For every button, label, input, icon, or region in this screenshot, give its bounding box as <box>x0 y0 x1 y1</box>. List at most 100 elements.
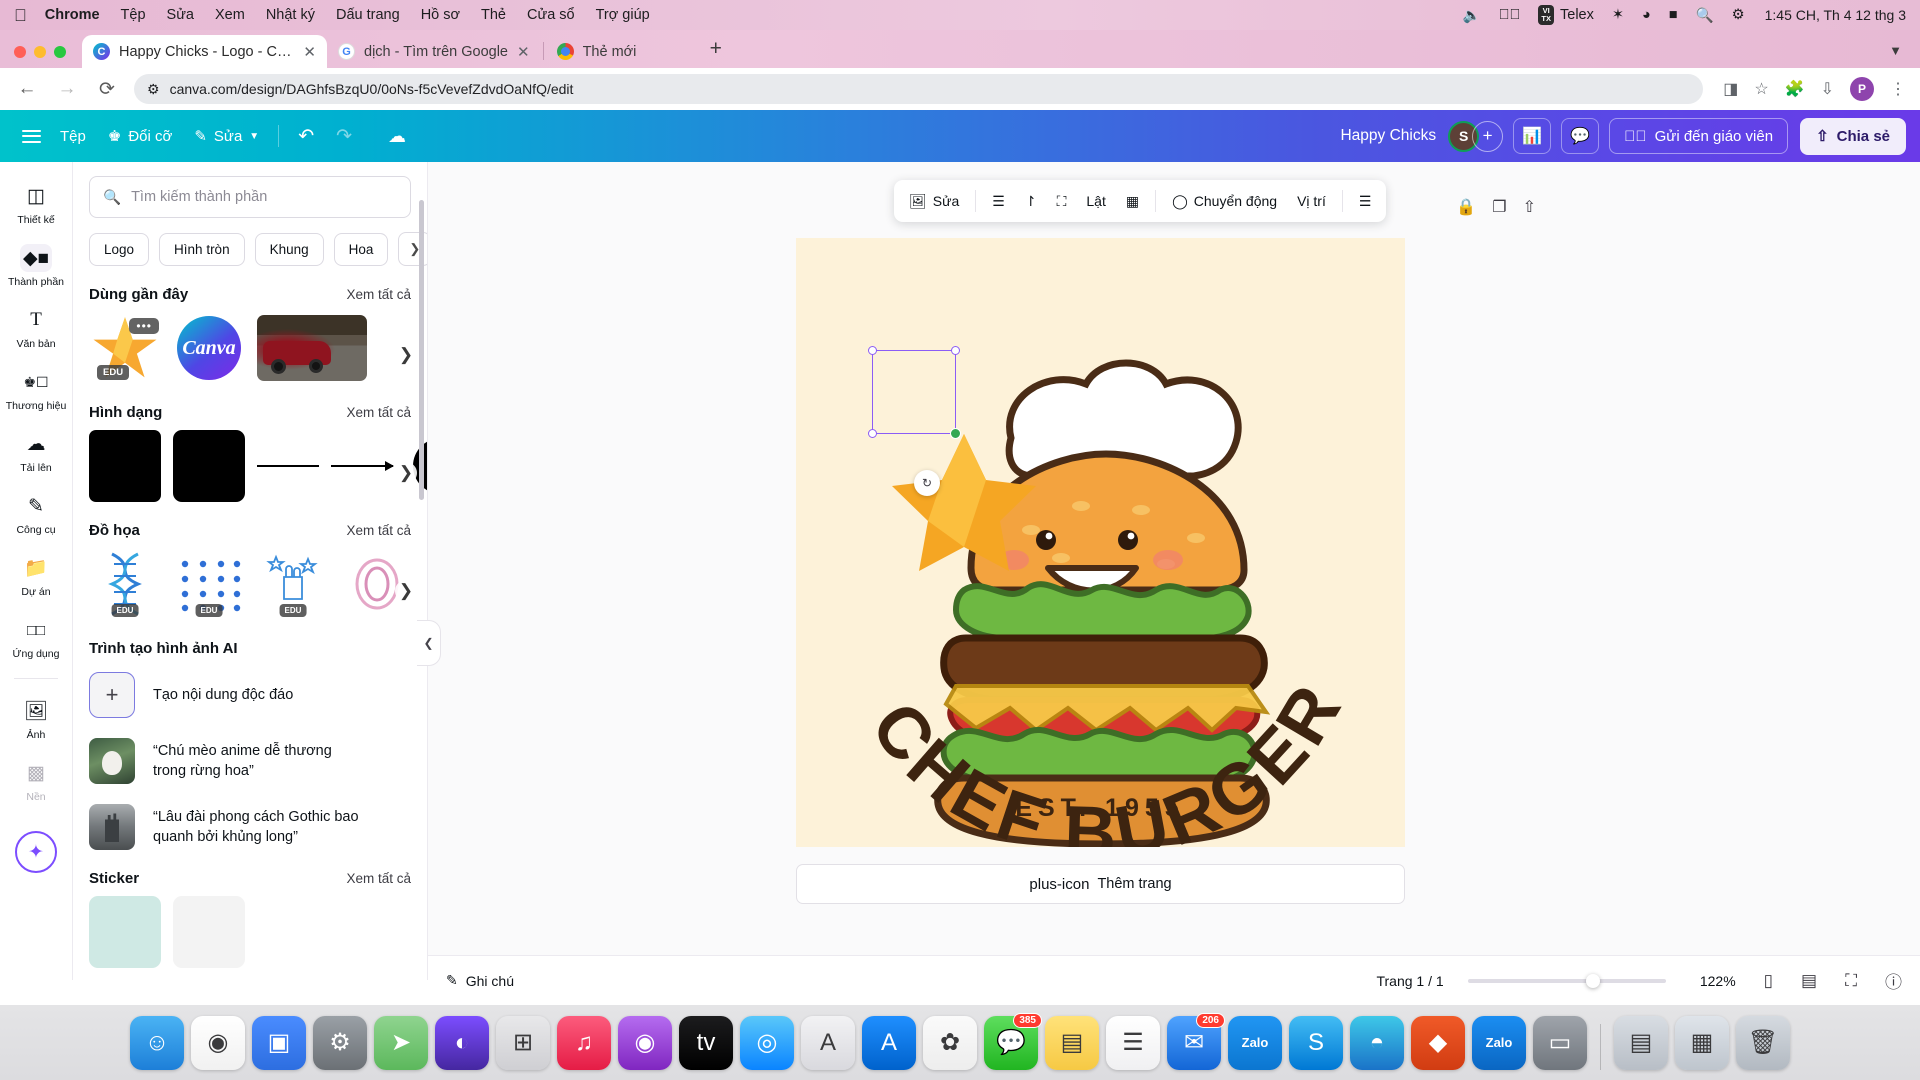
chip-frame[interactable]: Khung <box>254 232 324 266</box>
dock-item-music[interactable]: ♫ <box>557 1015 611 1070</box>
volume-icon[interactable]: 🔈 <box>1463 7 1481 24</box>
grid-view-icon[interactable]: ▤ <box>1801 971 1817 991</box>
play-circle-icon[interactable]: ▶⃝ <box>1499 7 1521 23</box>
dock-item-podcasts[interactable]: ◉ <box>618 1015 672 1070</box>
profile-avatar[interactable]: P <box>1850 77 1874 101</box>
browser-tab-new[interactable]: Thẻ mới <box>546 35 696 68</box>
cloud-saved-icon[interactable]: ☁ <box>377 120 417 153</box>
dock-item-photos[interactable]: ✿ <box>923 1015 977 1070</box>
collapse-panel-button[interactable]: ❮ <box>417 620 441 666</box>
dock-item-appstore[interactable]: A <box>862 1015 916 1070</box>
sidebar-item-photos[interactable]: 🖼 Ảnh <box>5 689 67 747</box>
download-icon[interactable]: ⇩ <box>1821 79 1834 99</box>
sidebar-item-elements[interactable]: ◆■ Thành phần <box>5 236 67 294</box>
dock-item-settings[interactable]: ⚙ <box>313 1015 367 1070</box>
maximize-window-button[interactable] <box>54 46 66 58</box>
add-page-button[interactable]: plus-icon Thêm trang <box>796 864 1405 904</box>
extensions-icon[interactable]: 🧩 <box>1785 79 1805 99</box>
transparency-icon[interactable]: ▦ <box>1117 186 1148 217</box>
chef-burger-logo[interactable]: CHEF BURGER EST. 1955 <box>796 238 1405 847</box>
position-button[interactable]: Vị trí <box>1288 186 1335 216</box>
fullscreen-icon[interactable]: ⛶ <box>1845 971 1857 991</box>
new-tab-button[interactable]: + <box>710 37 722 61</box>
split-view-icon[interactable]: ◨ <box>1723 79 1738 99</box>
menu-sua[interactable]: Sửa <box>167 7 194 23</box>
graphic-fist-stars[interactable]: EDU <box>257 548 329 620</box>
battery-icon[interactable]: ■ <box>1669 7 1678 23</box>
undo-icon[interactable]: ↶ <box>287 119 325 154</box>
telex-input-menu[interactable]: VI TX Telex <box>1538 5 1594 25</box>
edit-image-button[interactable]: 🖼 Sửa <box>900 186 968 217</box>
file-menu-button[interactable]: Tệp <box>49 122 97 151</box>
lock-icon[interactable]: 🔒 <box>1456 197 1476 217</box>
recent-item-canva-logo[interactable]: Canva <box>173 312 245 384</box>
flip-button[interactable]: Lật <box>1077 186 1114 216</box>
zoom-slider[interactable] <box>1467 973 1666 988</box>
bar-chart-icon[interactable]: 📊 <box>1513 118 1552 154</box>
sidebar-item-projects[interactable]: 📁 Dự án <box>5 546 67 604</box>
design-page[interactable]: CHEF BURGER EST. 1955 ↻ <box>796 238 1405 847</box>
zoom-slider-knob[interactable] <box>1585 973 1600 988</box>
dock-item-launchpad[interactable]: ⊞ <box>496 1015 550 1070</box>
duplicate-page-icon[interactable]: ▯ <box>1764 971 1773 991</box>
dock-item-tv[interactable]: tv <box>679 1015 733 1070</box>
bluetooth-icon[interactable]: ✶ <box>1612 7 1624 23</box>
menu-the[interactable]: Thẻ <box>481 7 506 23</box>
clock[interactable]: 1:45 CH, Th 4 12 thg 3 <box>1765 7 1906 23</box>
recent-item-car-photo[interactable] <box>257 315 367 381</box>
canvas-stage[interactable]: 🖼 Sửa ☰ ↾ ⛶ Lật ▦ ◯ Chuyển động Vị trí ☰… <box>428 162 1920 980</box>
reload-button[interactable]: ⟳ <box>94 78 120 101</box>
scroll-right-icon[interactable]: ❯ <box>395 580 417 602</box>
ai-prompt-row-castle[interactable]: “Lâu đài phong cách Gothic bao quanh bởi… <box>73 798 427 864</box>
dock-item-photos-purple[interactable]: ◐ <box>435 1015 489 1070</box>
resize-button[interactable]: ♚ Đổi cỡ <box>97 121 183 151</box>
zoom-value[interactable]: 122% <box>1690 973 1736 989</box>
sticker-item[interactable] <box>173 896 245 968</box>
share-button[interactable]: ⇧ Chia sẻ <box>1800 117 1906 155</box>
ai-create-row[interactable]: + Tạo nội dung độc đáo <box>73 666 427 732</box>
dock-item-edge[interactable]: ◓ <box>1350 1015 1404 1070</box>
dock-item-chrome[interactable]: ◉ <box>191 1015 245 1070</box>
chip-logo[interactable]: Logo <box>89 232 150 266</box>
scroll-right-icon[interactable]: ❯ <box>395 462 417 484</box>
shape-square[interactable] <box>89 430 161 502</box>
close-icon[interactable]: ✕ <box>303 43 316 61</box>
help-icon[interactable]: ⓘ <box>1885 968 1902 993</box>
hamburger-icon[interactable] <box>14 126 49 147</box>
site-settings-icon[interactable]: ⚙ <box>147 81 160 98</box>
menu-ho-so[interactable]: Hồ sơ <box>421 7 460 23</box>
resize-handle-tr[interactable] <box>951 346 960 355</box>
crop-icon[interactable]: ⛶ <box>1048 186 1076 217</box>
rotate-icon[interactable]: ↻ <box>914 470 940 496</box>
dock-item-zoom[interactable]: ▣ <box>252 1015 306 1070</box>
menu-tep[interactable]: Tệp <box>121 7 146 23</box>
search-input[interactable]: 🔍 Tìm kiếm thành phần <box>89 176 411 218</box>
menu-cua-so[interactable]: Cửa sổ <box>527 7 575 23</box>
dock-item-notes[interactable]: ▤ <box>1045 1015 1099 1070</box>
sidebar-item-text[interactable]: T Văn bản <box>5 298 67 356</box>
shape-arrow[interactable] <box>331 430 394 502</box>
shape-rounded-square[interactable] <box>173 430 245 502</box>
sidebar-item-uploads[interactable]: ☁ Tải lên <box>5 422 67 480</box>
page-indicator[interactable]: Trang 1 / 1 <box>1376 973 1443 989</box>
add-collaborator-button[interactable]: + <box>1472 120 1504 152</box>
sidebar-item-apps[interactable]: □□ Ứng dụng <box>5 608 67 666</box>
bookmark-star-icon[interactable]: ☆ <box>1754 79 1768 99</box>
browser-tab-canva[interactable]: C Happy Chicks - Logo - Canva ✕ <box>82 35 327 68</box>
chip-circle[interactable]: Hình tròn <box>159 232 245 266</box>
back-button[interactable]: ← <box>14 78 40 100</box>
control-center-icon[interactable]: ⚙ <box>1732 7 1745 23</box>
menu-nhat-ky[interactable]: Nhật ký <box>266 7 315 23</box>
ai-prompt-row-cat[interactable]: “Chú mèo anime dễ thương trong rừng hoa” <box>73 732 427 798</box>
chip-flower[interactable]: Hoa <box>333 232 389 266</box>
menu-chrome[interactable]: Chrome <box>45 7 100 23</box>
submit-to-teacher-button[interactable]: ✓⃝ Gửi đến giáo viên <box>1609 118 1789 154</box>
more-options-icon[interactable]: ••• <box>129 318 159 334</box>
minimize-window-button[interactable] <box>34 46 46 58</box>
dock-item-vscode[interactable]: ◆ <box>1411 1015 1465 1070</box>
menu-dau-trang[interactable]: Dấu trang <box>336 7 400 23</box>
redo-icon[interactable]: ↷ <box>325 119 363 154</box>
browser-tab-google[interactable]: G dịch - Tìm trên Google ✕ <box>327 35 541 68</box>
shape-line[interactable] <box>257 430 319 502</box>
sidebar-item-brand[interactable]: ♚☐ Thương hiệu <box>5 360 67 418</box>
